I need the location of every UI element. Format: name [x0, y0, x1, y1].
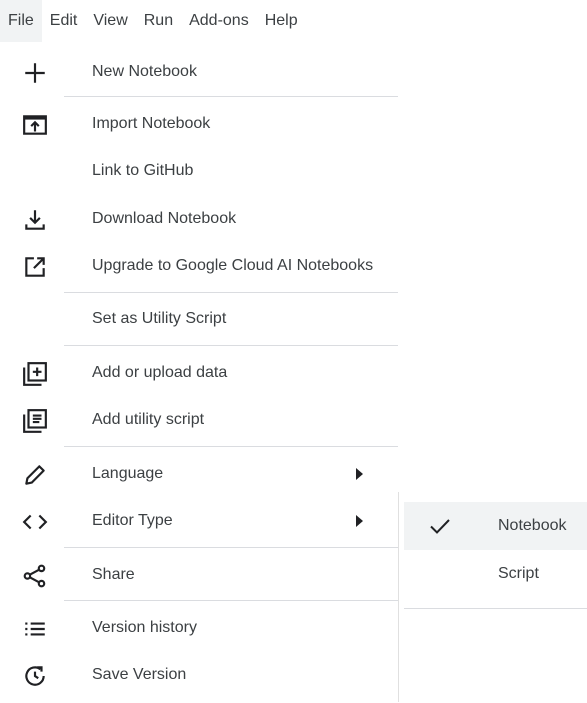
- menu-item-label: Add utility script: [92, 411, 205, 428]
- share-icon: [22, 563, 48, 589]
- menu-item-set-utility-script[interactable]: Set as Utility Script: [0, 297, 398, 341]
- menu-item-editor-type[interactable]: Editor Type: [0, 499, 398, 543]
- submenu-item-script[interactable]: Script: [404, 550, 587, 598]
- menu-divider: [64, 446, 398, 447]
- menu-item-import-notebook[interactable]: Import Notebook: [0, 102, 398, 146]
- menu-item-label: Share: [92, 566, 135, 583]
- menu-item-add-utility-script[interactable]: Add utility script: [0, 398, 398, 442]
- list-icon: [22, 616, 48, 642]
- menu-item-language[interactable]: Language: [0, 452, 398, 496]
- menu-item-save-version[interactable]: Save Version: [0, 653, 398, 697]
- menu-add-ons[interactable]: Add-ons: [181, 0, 257, 42]
- submenu-item-notebook[interactable]: Notebook: [404, 502, 587, 550]
- download-icon: [22, 207, 48, 233]
- panel-divider: [398, 492, 399, 702]
- open-external-icon: [22, 254, 48, 280]
- menu-item-label: Download Notebook: [92, 210, 237, 227]
- menu-edit[interactable]: Edit: [42, 0, 86, 42]
- menu-item-add-upload-data[interactable]: Add or upload data: [0, 351, 398, 395]
- menu-divider: [64, 292, 398, 293]
- plus-icon: [22, 60, 48, 86]
- menu-item-label: New Notebook: [92, 63, 197, 80]
- utility-script-icon: [22, 408, 48, 434]
- menu-item-download-notebook[interactable]: Download Notebook: [0, 197, 398, 241]
- submenu-arrow-icon: [356, 468, 363, 480]
- pencil-icon: [22, 462, 48, 488]
- menu-divider: [64, 345, 398, 346]
- menu-run[interactable]: Run: [136, 0, 181, 42]
- check-icon: [428, 514, 452, 538]
- menu-file[interactable]: File: [0, 0, 42, 42]
- submenu-item-label: Notebook: [498, 517, 567, 534]
- menu-item-new-notebook[interactable]: New Notebook: [0, 50, 398, 94]
- menu-item-link-to-github[interactable]: Link to GitHub: [0, 149, 398, 193]
- menu-divider: [64, 96, 398, 97]
- menu-item-label: Save Version: [92, 666, 187, 683]
- menu-item-label: Version history: [92, 619, 197, 636]
- editor-type-submenu: Notebook Script: [404, 502, 587, 609]
- menu-item-label: Import Notebook: [92, 115, 211, 132]
- menu-divider: [64, 600, 398, 601]
- menu-divider: [64, 547, 398, 548]
- menu-item-share[interactable]: Share: [0, 553, 398, 597]
- save-version-icon: [22, 663, 48, 689]
- code-icon: [22, 509, 48, 535]
- menu-view[interactable]: View: [85, 0, 135, 42]
- menu-item-label: Editor Type: [92, 512, 173, 529]
- menu-item-label: Set as Utility Script: [92, 310, 227, 327]
- menu-bar: File Edit View Run Add-ons Help: [0, 0, 400, 42]
- import-icon: [22, 112, 48, 138]
- menu-item-upgrade-cloud-ai[interactable]: Upgrade to Google Cloud AI Notebooks: [0, 244, 398, 288]
- menu-help[interactable]: Help: [257, 0, 306, 42]
- add-data-icon: [22, 361, 48, 387]
- menu-item-label: Language: [92, 465, 164, 482]
- submenu-arrow-icon: [356, 515, 363, 527]
- menu-item-version-history[interactable]: Version history: [0, 606, 398, 650]
- menu-item-label: Add or upload data: [92, 364, 228, 381]
- submenu-item-label: Script: [498, 565, 539, 582]
- menu-item-label: Link to GitHub: [92, 162, 194, 179]
- menu-item-label: Upgrade to Google Cloud AI Notebooks: [92, 257, 374, 274]
